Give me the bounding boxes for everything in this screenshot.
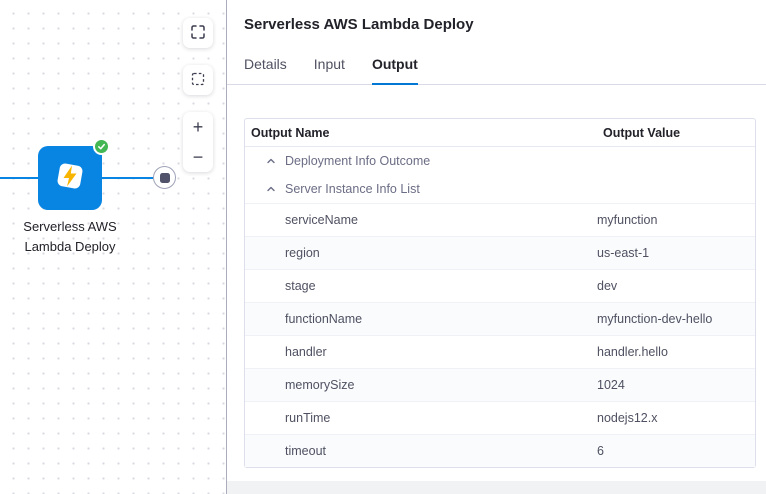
table-row: timeout 6 xyxy=(245,434,755,467)
zoom-out-icon: − xyxy=(193,147,204,167)
output-value: myfunction xyxy=(597,213,755,227)
table-row: runTime nodejs12.x xyxy=(245,401,755,434)
table-row: region us-east-1 xyxy=(245,236,755,269)
tab-output[interactable]: Output xyxy=(372,56,418,85)
success-check-icon xyxy=(93,138,110,155)
table-header: Output Name Output Value xyxy=(245,119,755,147)
column-output-value: Output Value xyxy=(597,126,755,140)
zoom-in-button[interactable]: + xyxy=(183,112,213,142)
group-deployment-info-outcome[interactable]: Deployment Info Outcome xyxy=(245,147,755,175)
output-name: handler xyxy=(245,345,597,359)
marquee-select-icon xyxy=(191,72,205,89)
output-value: dev xyxy=(597,279,755,293)
table-row: functionName myfunction-dev-hello xyxy=(245,302,755,335)
table-row: stage dev xyxy=(245,269,755,302)
group-label: Server Instance Info List xyxy=(285,182,420,196)
fit-view-button[interactable] xyxy=(183,18,213,48)
output-value: handler.hello xyxy=(597,345,755,359)
step-details-panel: Serverless AWS Lambda Deploy Details Inp… xyxy=(227,0,766,494)
tab-input[interactable]: Input xyxy=(314,56,345,84)
output-value: us-east-1 xyxy=(597,246,755,260)
output-value: nodejs12.x xyxy=(597,411,755,425)
zoom-out-button[interactable]: − xyxy=(183,142,213,172)
lambda-bolt-icon xyxy=(51,157,89,200)
edge-outgoing xyxy=(101,177,153,179)
output-name: functionName xyxy=(245,312,597,326)
node-output-port[interactable] xyxy=(153,166,176,189)
tab-details[interactable]: Details xyxy=(244,56,287,84)
output-table: Output Name Output Value Deployment Info… xyxy=(244,118,756,468)
edge-incoming xyxy=(0,177,39,179)
output-value: 1024 xyxy=(597,378,755,392)
output-name: serviceName xyxy=(245,213,597,227)
output-value: myfunction-dev-hello xyxy=(597,312,755,326)
chevron-up-icon[interactable] xyxy=(266,184,276,194)
stack-icon xyxy=(160,173,170,183)
zoom-controls: + − xyxy=(183,112,213,172)
chevron-up-icon[interactable] xyxy=(266,156,276,166)
output-name: region xyxy=(245,246,597,260)
column-output-name: Output Name xyxy=(245,126,597,140)
output-name: timeout xyxy=(245,444,597,458)
table-row: handler handler.hello xyxy=(245,335,755,368)
output-name: memorySize xyxy=(245,378,597,392)
node-label: Serverless AWS Lambda Deploy xyxy=(8,217,132,257)
fit-view-icon xyxy=(191,25,205,42)
pipeline-canvas[interactable]: + − Serverless AWS Lambda Deploy xyxy=(0,0,227,494)
step-node-lambda-deploy[interactable] xyxy=(38,146,102,210)
zoom-in-icon: + xyxy=(193,117,204,137)
marquee-select-button[interactable] xyxy=(183,65,213,95)
output-value: 6 xyxy=(597,444,755,458)
panel-bottom-edge xyxy=(227,481,766,494)
table-row: serviceName myfunction xyxy=(245,203,755,236)
canvas-toolbar: + − xyxy=(183,18,213,172)
table-row: memorySize 1024 xyxy=(245,368,755,401)
output-name: runTime xyxy=(245,411,597,425)
output-name: stage xyxy=(245,279,597,293)
group-server-instance-info-list[interactable]: Server Instance Info List xyxy=(245,175,755,203)
group-label: Deployment Info Outcome xyxy=(285,154,430,168)
tab-bar: Details Input Output xyxy=(227,56,766,85)
panel-title: Serverless AWS Lambda Deploy xyxy=(227,0,766,33)
